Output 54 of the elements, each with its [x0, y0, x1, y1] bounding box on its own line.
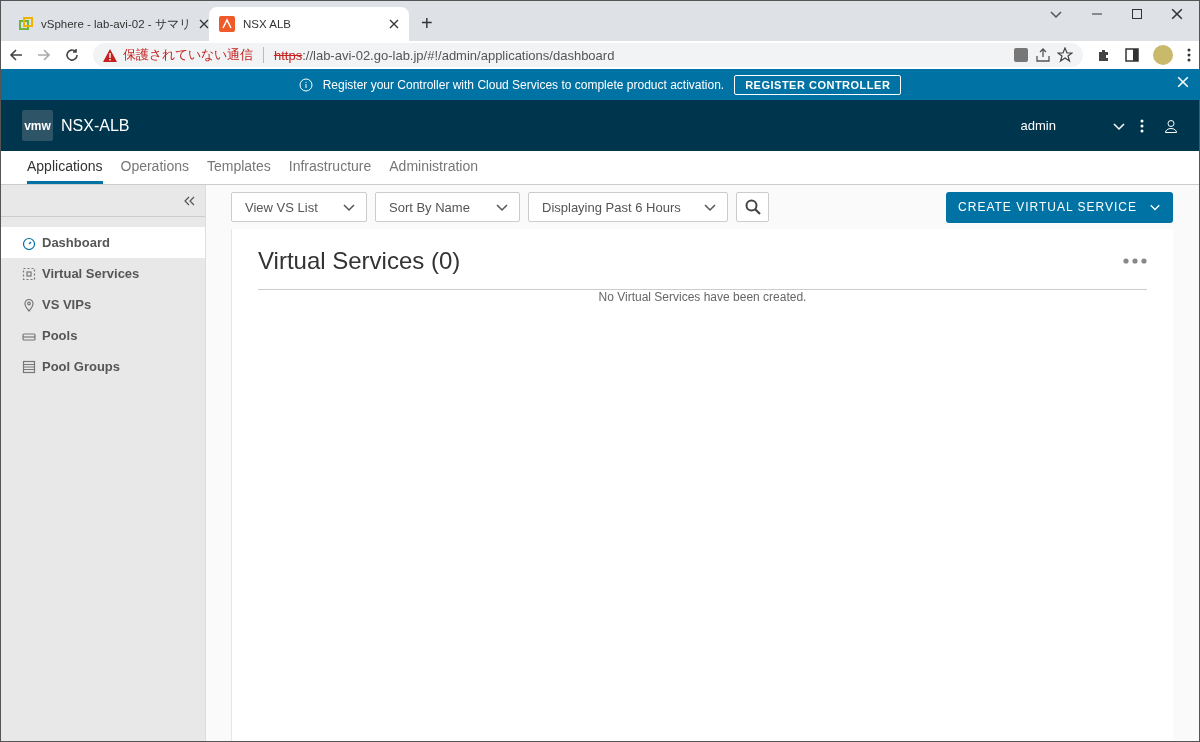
nav-tab[interactable]: Administration: [389, 151, 478, 184]
security-warning: 保護されていない通信: [123, 46, 253, 64]
more-icon[interactable]: [1187, 48, 1191, 62]
warning-icon: [103, 48, 117, 62]
grid-icon: [22, 266, 36, 281]
reload-icon[interactable]: [65, 48, 79, 62]
create-virtual-service-button[interactable]: CREATE VIRTUAL SERVICE: [946, 191, 1173, 223]
address-bar[interactable]: 保護されていない通信 https://lab-avi-02.go-lab.jp/#!/admin/applications/dashboard: [93, 43, 1083, 67]
empty-message: No Virtual Services have been created.: [597, 290, 808, 304]
close-icon[interactable]: [198, 19, 209, 29]
dropdown[interactable]: Sort By Name: [375, 192, 520, 222]
sidebar-item[interactable]: Pool Groups: [1, 351, 205, 382]
close-banner-icon[interactable]: [1177, 76, 1189, 88]
register-controller-button[interactable]: REGISTER CONTROLLER: [734, 74, 902, 95]
nsx-logo-icon: [219, 16, 235, 32]
nav-tab[interactable]: Templates: [207, 151, 271, 184]
star-icon[interactable]: [1057, 47, 1073, 63]
sidebar-item[interactable]: VS VIPs: [1, 289, 205, 320]
gauge-icon: [22, 235, 36, 250]
dropdown[interactable]: Displaying Past 6 Hours: [528, 192, 728, 222]
translate-icon[interactable]: [1013, 47, 1029, 63]
close-window-icon[interactable]: [1171, 8, 1183, 20]
user-icon[interactable]: [1164, 118, 1178, 133]
info-icon: [298, 77, 313, 92]
dropdown[interactable]: View VS List: [231, 192, 367, 222]
back-arrow-icon[interactable]: [9, 48, 23, 62]
search-icon: [744, 199, 761, 215]
side-panel-icon[interactable]: [1125, 48, 1139, 62]
url-text: https://lab-avi-02.go-lab.jp/#!/admin/applications/dashboard: [274, 47, 616, 63]
banner-message: Register your Controller with Cloud Services to complete product activation.: [322, 77, 725, 92]
vsphere-logo-icon: [19, 17, 33, 31]
close-icon[interactable]: [389, 19, 399, 29]
browser-tab[interactable]: vSphere - lab-avi-02 - サマリ: [9, 7, 209, 41]
panel-title: Virtual Services (0): [258, 247, 461, 275]
puzzle-icon[interactable]: [1097, 48, 1111, 62]
search-button[interactable]: [736, 192, 769, 222]
product-name: NSX-ALB: [61, 116, 131, 135]
share-icon[interactable]: [1035, 47, 1051, 63]
sidebar-item[interactable]: Virtual Services: [1, 258, 205, 289]
user-name[interactable]: admin: [1020, 118, 1056, 133]
nav-tab[interactable]: Infrastructure: [288, 151, 372, 184]
location-pin-icon: [22, 297, 36, 312]
tab-title: vSphere - lab-avi-02 - サマリ: [41, 16, 191, 32]
nav-tab[interactable]: Operations: [120, 151, 189, 184]
vmw-logo: vmw: [22, 110, 53, 141]
tab-title: NSX ALB: [243, 18, 292, 30]
more-icon[interactable]: [1140, 118, 1144, 133]
collapse-icon[interactable]: [183, 194, 195, 207]
maximize-icon[interactable]: [1131, 8, 1143, 20]
sidebar-item[interactable]: Dashboard: [1, 227, 205, 258]
new-tab-button[interactable]: +: [421, 12, 433, 35]
sidebar-item[interactable]: Pools: [1, 320, 205, 351]
browser-tab[interactable]: NSX ALB: [209, 7, 409, 41]
server-stack-icon: [22, 359, 36, 374]
